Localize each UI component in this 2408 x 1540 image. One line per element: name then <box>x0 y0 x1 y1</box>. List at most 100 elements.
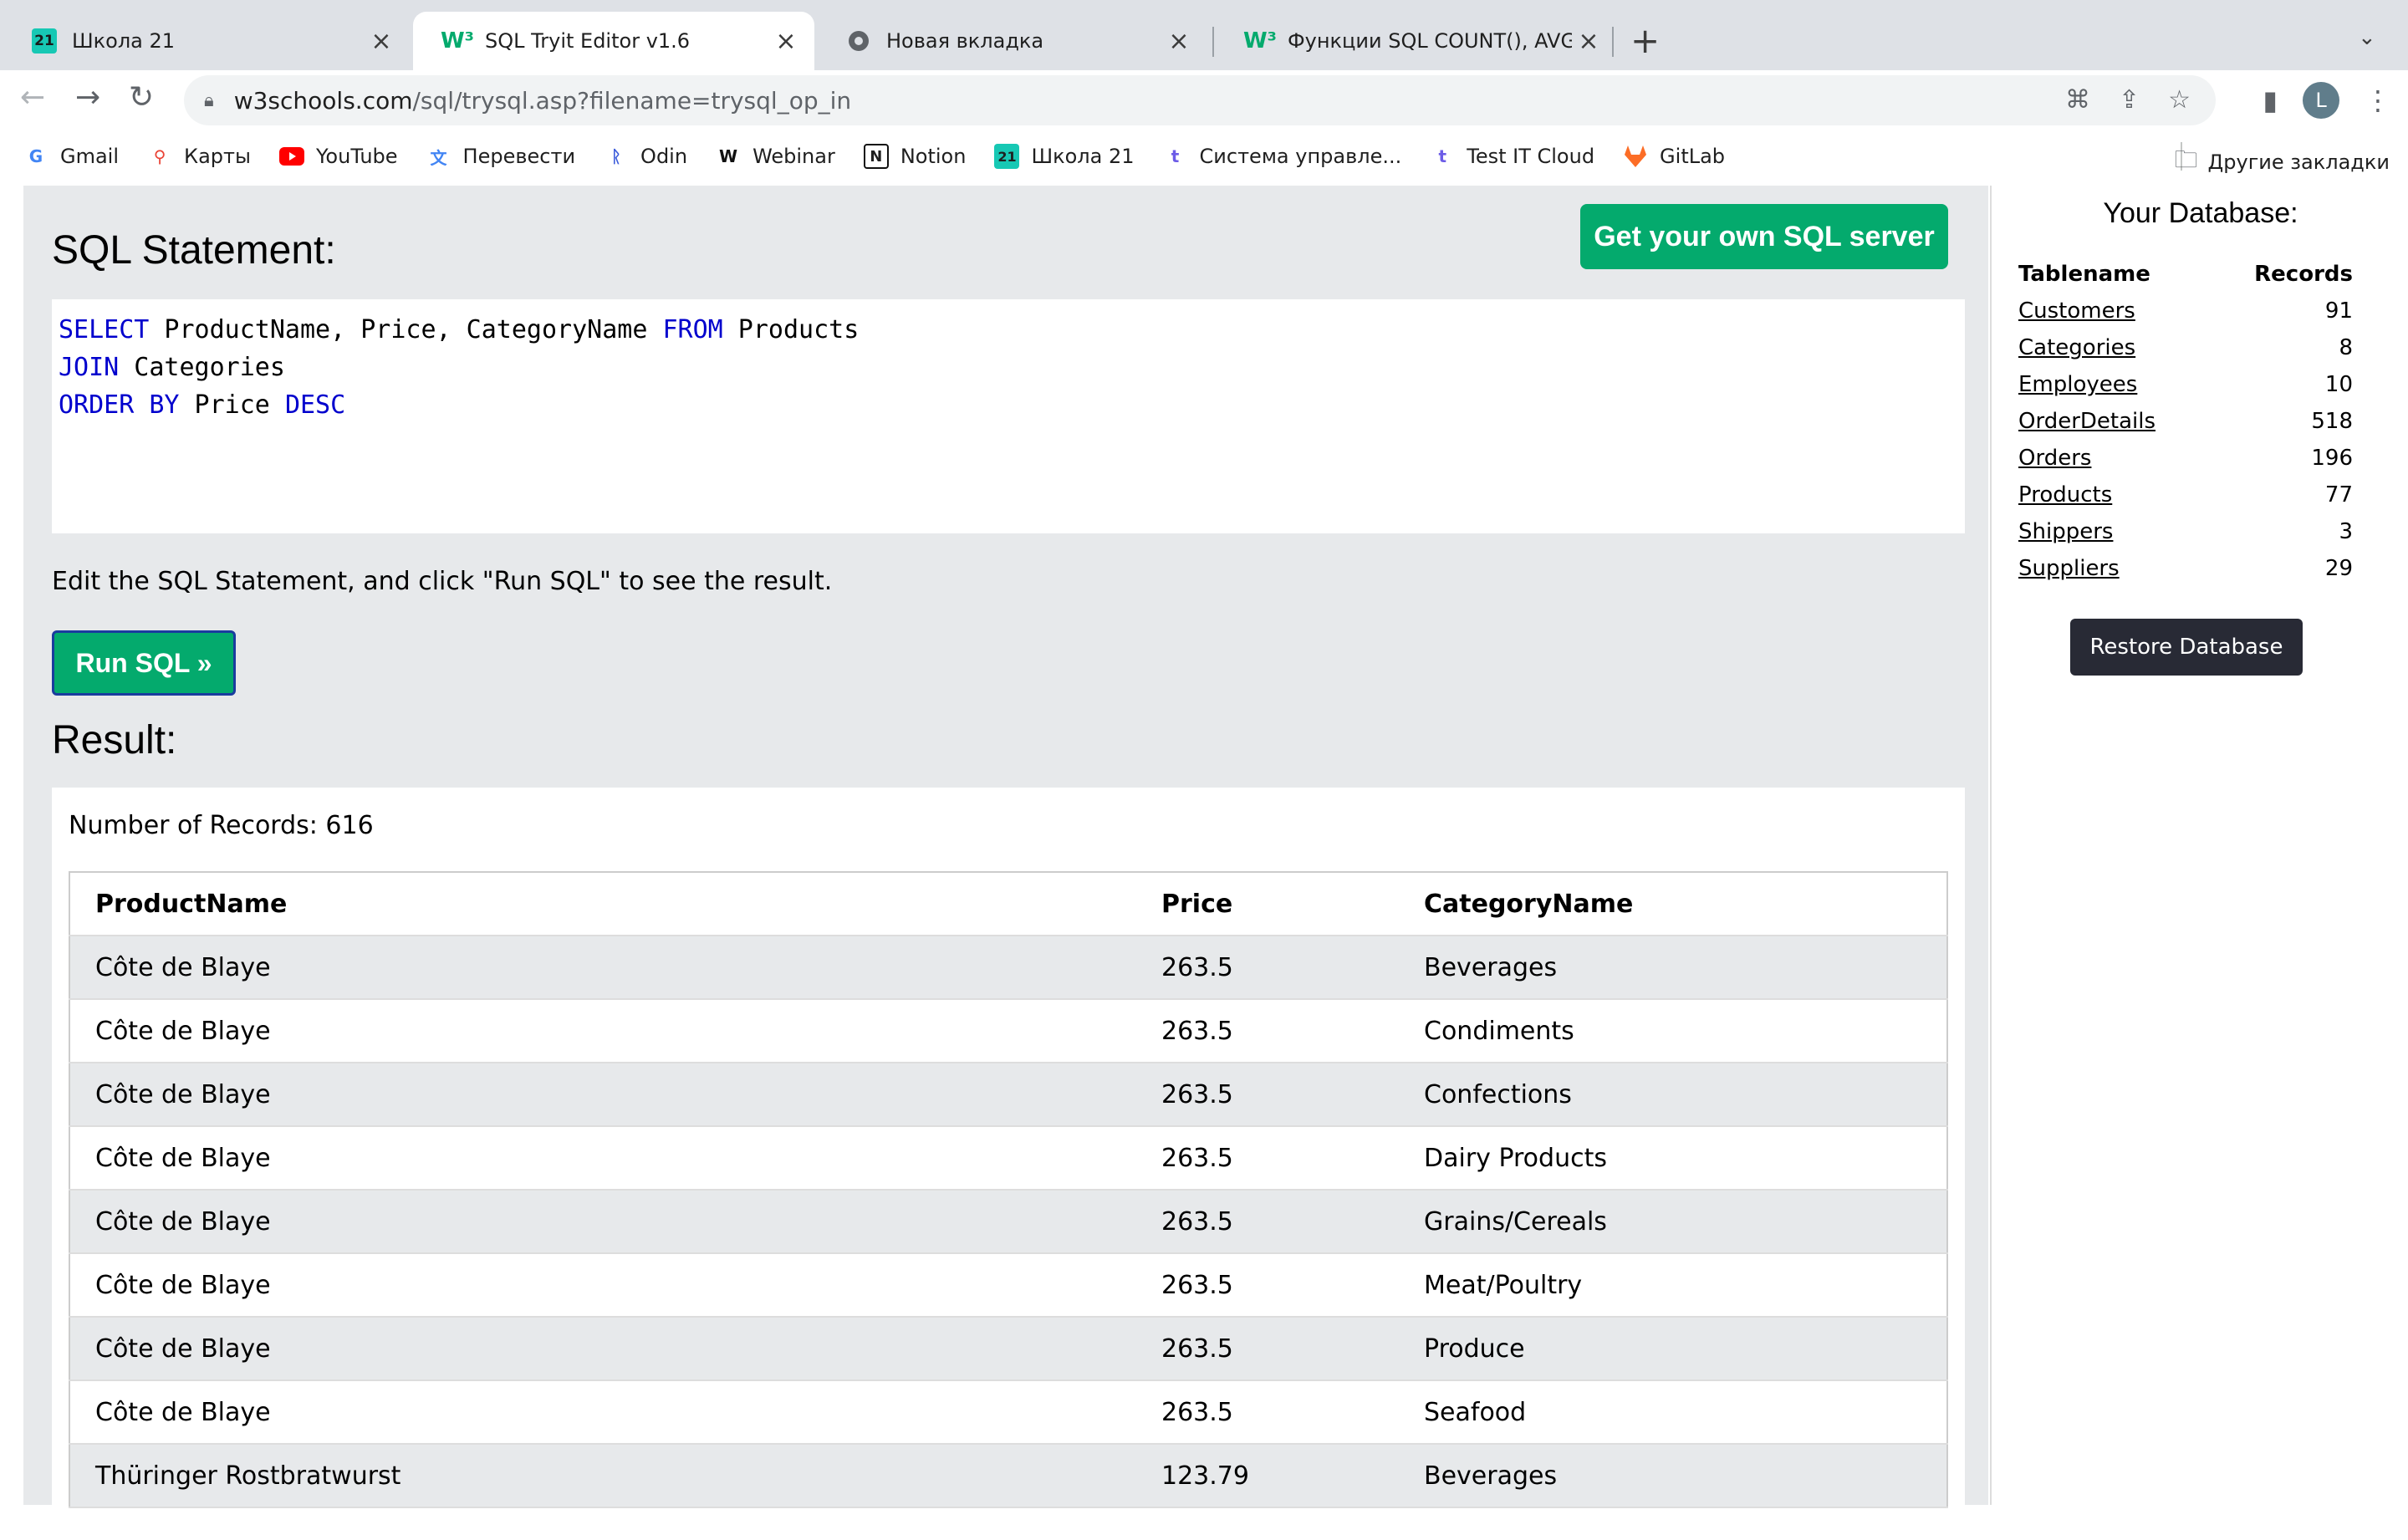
table-link-employees[interactable]: Employees <box>2018 372 2137 397</box>
table-name-cell: OrderDetails <box>2018 403 2213 440</box>
sql-text: Categories <box>119 353 285 382</box>
sql-keyword: DESC <box>284 390 346 420</box>
notion-icon: N <box>863 144 889 169</box>
table-name-cell: Orders <box>2018 440 2213 477</box>
bookmark-testit[interactable]: t Test IT Cloud <box>1430 144 1594 169</box>
sql-text: Products <box>722 315 860 344</box>
bookmark-star-icon[interactable]: ☆ <box>2168 85 2191 115</box>
table-row: Côte de Blaye 263.5 Condiments <box>69 999 1947 1063</box>
back-icon[interactable]: ← <box>20 80 45 115</box>
bookmark-sistema[interactable]: t Система управле... <box>1163 144 1402 169</box>
new-tab-button[interactable]: + <box>1630 20 1660 61</box>
bookmark-maps[interactable]: ⚲ Карты <box>147 144 251 169</box>
table-cell: 263.5 <box>1136 1190 1399 1254</box>
table-cell: Seafood <box>1399 1380 1947 1445</box>
run-sql-button[interactable]: Run SQL » <box>52 630 236 696</box>
close-icon[interactable]: × <box>365 27 398 56</box>
w3schools-icon: W³ <box>1242 28 1278 54</box>
bookmark-label: Test IT Cloud <box>1467 145 1595 168</box>
table-row: Customers 91 <box>2018 293 2353 329</box>
bookmark-label: YouTube <box>315 145 398 168</box>
table-link-shippers[interactable]: Shippers <box>2018 519 2113 544</box>
url-text[interactable]: w3schools.com/sql/trysql.asp?filename=tr… <box>234 87 851 115</box>
gitlab-icon <box>1623 144 1648 169</box>
bookmark-label: Odin <box>640 145 688 168</box>
bookmark-odin[interactable]: ᚱ Odin <box>604 144 687 169</box>
table-header-row: ProductName Price CategoryName <box>69 872 1947 936</box>
close-icon[interactable]: × <box>769 27 803 56</box>
other-bookmarks[interactable]: 🗀 Другие закладки <box>2174 142 2390 182</box>
testit-icon: t <box>1171 146 1180 166</box>
table-row: Côte de Blaye 263.5 Confections <box>69 1063 1947 1127</box>
table-cell: Côte de Blaye <box>69 1126 1136 1191</box>
bookmark-webinar[interactable]: W Webinar <box>716 144 835 169</box>
table-cell: Beverages <box>1399 1444 1947 1508</box>
table-link-orderdetails[interactable]: OrderDetails <box>2018 409 2155 434</box>
bookmark-school21[interactable]: 21 Школа 21 <box>994 144 1135 169</box>
column-header: ProductName <box>69 872 1136 936</box>
records-cell: 10 <box>2324 372 2353 397</box>
table-cell: 263.5 <box>1136 1126 1399 1191</box>
table-row: Categories 8 <box>2018 329 2353 366</box>
restore-database-button[interactable]: Restore Database <box>2070 619 2303 676</box>
table-link-suppliers[interactable]: Suppliers <box>2018 556 2120 581</box>
tab-school21[interactable]: 21 Школа 21 × <box>0 12 410 70</box>
translate-icon[interactable]: ⌘ <box>2065 85 2090 115</box>
chevron-down-icon[interactable]: ⌄ <box>2358 25 2376 50</box>
bookmark-youtube[interactable]: YouTube <box>278 144 398 169</box>
table-row: Employees 10 <box>2018 366 2353 403</box>
tab-title: Новая вкладка <box>886 29 1044 53</box>
testit-icon: t <box>1438 146 1447 166</box>
forward-icon[interactable]: → <box>75 80 100 115</box>
table-link-customers[interactable]: Customers <box>2018 298 2135 324</box>
reload-icon[interactable]: ↻ <box>129 80 154 115</box>
maps-icon: ⚲ <box>153 146 166 166</box>
table-row: Côte de Blaye 263.5 Meat/Poultry <box>69 1253 1947 1318</box>
table-link-products[interactable]: Products <box>2018 482 2112 507</box>
bookmark-label: GitLab <box>1660 145 1726 168</box>
table-cell: Côte de Blaye <box>69 999 1136 1063</box>
tab-title: Школа 21 <box>72 29 176 53</box>
tab-new[interactable]: Новая вкладка × <box>814 12 1207 70</box>
table-cell: Beverages <box>1399 936 1947 1000</box>
table-cell: 263.5 <box>1136 1317 1399 1381</box>
menu-icon[interactable]: ⋮ <box>2365 84 2391 116</box>
page-content: SQL Statement: Get your own SQL server S… <box>0 186 2408 1540</box>
webinar-icon: W <box>719 146 738 166</box>
database-table: Tablename Records Customers 91 Categories 8… <box>2018 256 2353 587</box>
other-bookmarks-label: Другие закладки <box>2207 150 2390 174</box>
share-icon[interactable]: ⇪ <box>2119 85 2140 115</box>
close-icon[interactable]: × <box>1572 27 1605 56</box>
sql-editor[interactable]: SELECT ProductName, Price, CategoryName … <box>52 299 1965 533</box>
table-cell: 263.5 <box>1136 1063 1399 1127</box>
bookmark-label: Gmail <box>60 145 120 168</box>
table-cell: Condiments <box>1399 999 1947 1063</box>
table-cell: Côte de Blaye <box>69 936 1136 1000</box>
records-header: Records <box>2254 262 2353 287</box>
table-cell: 263.5 <box>1136 1253 1399 1318</box>
close-icon[interactable]: × <box>1162 27 1196 56</box>
column-header: CategoryName <box>1399 872 1947 936</box>
bookmark-gitlab[interactable]: GitLab <box>1623 144 1725 169</box>
side-panel-icon[interactable]: ▮ <box>2263 84 2278 116</box>
tab-sql-functions[interactable]: W³ Функции SQL COUNT(), AVG() × <box>1216 12 1617 70</box>
bookmark-gmail[interactable]: G Gmail <box>23 144 119 169</box>
address-bar[interactable]: 🔒︎ w3schools.com/sql/trysql.asp?filename… <box>184 75 2216 125</box>
column-header: Price <box>1136 872 1399 936</box>
table-name-cell: Shippers <box>2018 513 2213 550</box>
table-row: Côte de Blaye 263.5 Grains/Cereals <box>69 1190 1947 1254</box>
table-link-categories[interactable]: Categories <box>2018 335 2135 360</box>
lock-icon[interactable]: 🔒︎ <box>204 90 214 111</box>
table-link-orders[interactable]: Orders <box>2018 446 2091 471</box>
bookmark-notion[interactable]: N Notion <box>863 144 967 169</box>
tab-sql-tryit[interactable]: W³ SQL Tryit Editor v1.6 × <box>413 12 814 70</box>
table-row: Côte de Blaye 263.5 Produce <box>69 1317 1947 1381</box>
avatar[interactable]: L <box>2303 82 2339 119</box>
odin-icon: ᚱ <box>611 146 622 166</box>
bookmark-label: Notion <box>900 145 967 168</box>
tab-divider <box>1612 27 1614 57</box>
bookmark-translate[interactable]: 文 Перевести <box>426 144 576 169</box>
get-sql-server-button[interactable]: Get your own SQL server <box>1580 204 1948 269</box>
records-cell: 518 <box>2311 409 2353 434</box>
url-host: w3schools.com <box>233 86 413 115</box>
